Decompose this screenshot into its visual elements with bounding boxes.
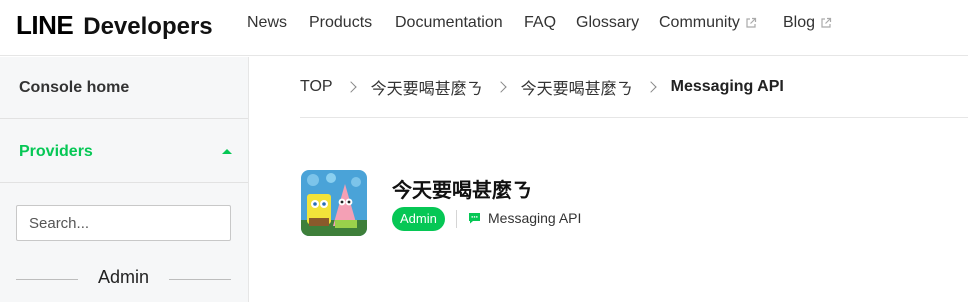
channel-type-label: Messaging API xyxy=(488,210,582,226)
sidebar-item-console-home[interactable]: Console home xyxy=(0,57,248,119)
channel-avatar xyxy=(301,170,367,236)
channel-avatar-image xyxy=(301,170,367,236)
breadcrumb: TOP 今天要喝甚麼ㄋ 今天要喝甚麼ㄋ Messaging API xyxy=(300,76,784,98)
divider xyxy=(169,279,231,280)
chevron-right-icon xyxy=(344,81,357,93)
top-header: LINE Developers News Products Documentat… xyxy=(0,0,968,56)
sidebar: Console home Providers Admin xyxy=(0,57,249,302)
nav-news[interactable]: News xyxy=(247,14,287,32)
nav-glossary-label: Glossary xyxy=(576,14,640,31)
breadcrumb-top[interactable]: TOP xyxy=(300,78,333,96)
channel-name: 今天要喝甚麼ㄋ xyxy=(392,180,532,202)
line-developers-logo[interactable]: LINE Developers xyxy=(16,10,213,40)
nav-documentation-label: Documentation xyxy=(395,14,503,31)
admin-section-label: Admin xyxy=(97,267,150,287)
nav-products[interactable]: Products xyxy=(309,14,372,32)
caret-up-icon[interactable] xyxy=(222,149,232,154)
role-badge: Admin xyxy=(392,207,445,231)
chevron-right-icon xyxy=(644,81,657,93)
nav-community[interactable]: Community xyxy=(659,14,757,32)
nav-blog-label: Blog xyxy=(783,14,816,31)
logo-developers-text: Developers xyxy=(83,13,213,40)
chevron-right-icon xyxy=(494,81,507,93)
external-link-icon xyxy=(821,17,832,28)
nav-blog[interactable]: Blog xyxy=(783,14,832,32)
breadcrumb-provider[interactable]: 今天要喝甚麼ㄋ xyxy=(371,75,483,99)
nav-news-label: News xyxy=(247,14,288,31)
sidebar-item-providers[interactable]: Providers xyxy=(0,119,248,183)
provider-search-input[interactable] xyxy=(16,205,231,241)
chat-bubble-icon xyxy=(469,213,480,224)
nav-documentation[interactable]: Documentation xyxy=(395,14,503,32)
nav-faq[interactable]: FAQ xyxy=(524,14,556,32)
nav-glossary[interactable]: Glossary xyxy=(576,14,639,32)
divider xyxy=(300,117,968,118)
admin-section-header: Admin xyxy=(16,265,231,289)
sidebar-item-label: Providers xyxy=(19,143,93,160)
breadcrumb-current: Messaging API xyxy=(670,78,784,95)
nav-faq-label: FAQ xyxy=(524,14,557,31)
logo-line-text: LINE xyxy=(16,10,74,40)
breadcrumb-channel[interactable]: 今天要喝甚麼ㄋ xyxy=(521,75,633,99)
nav-products-label: Products xyxy=(309,14,373,31)
divider xyxy=(456,210,457,228)
external-link-icon xyxy=(746,17,757,28)
sidebar-item-label: Console home xyxy=(19,79,130,96)
nav-community-label: Community xyxy=(659,14,740,31)
